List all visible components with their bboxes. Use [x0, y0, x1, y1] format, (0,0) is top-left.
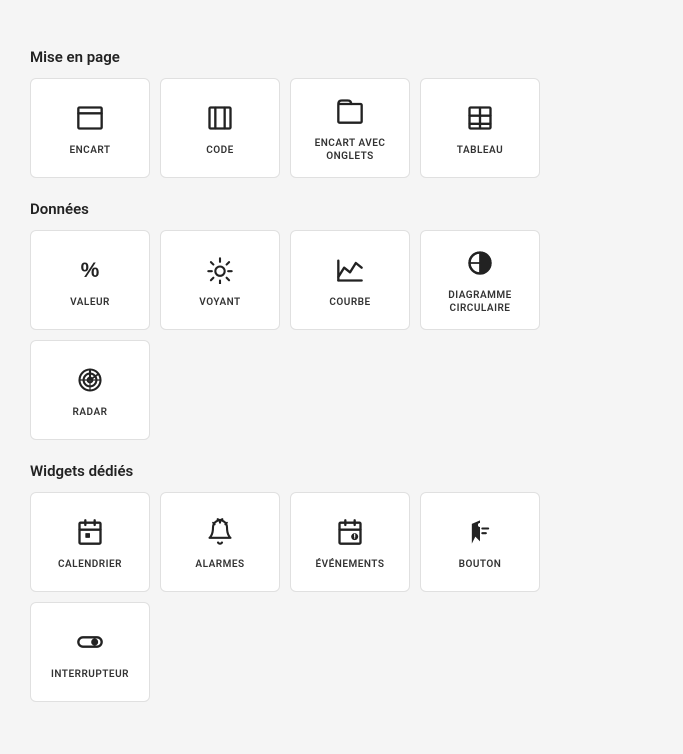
- widget-card-radar[interactable]: RADAR: [30, 340, 150, 440]
- widget-card-diagramme[interactable]: DIAGRAMME CIRCULAIRE: [420, 230, 540, 330]
- code-icon: [202, 100, 238, 136]
- widget-label-courbe: COURBE: [329, 296, 370, 309]
- widget-label-encart-onglets: ENCART AVEC ONGLETS: [315, 137, 386, 163]
- widget-label-interrupteur: INTERRUPTEUR: [51, 668, 129, 681]
- widget-card-voyant[interactable]: VOYANT: [160, 230, 280, 330]
- widget-label-alarmes: ALARMES: [195, 558, 244, 571]
- widget-label-code: CODE: [206, 144, 234, 157]
- widget-card-code[interactable]: CODE: [160, 78, 280, 178]
- section-donnees: Données % VALEUR VOYANT COURBE DIAGRAMME…: [30, 200, 653, 440]
- widget-grid-donnees: % VALEUR VOYANT COURBE DIAGRAMME CIRCULA…: [30, 230, 653, 440]
- svg-text:%: %: [81, 259, 100, 282]
- widget-card-bouton[interactable]: BOUTON: [420, 492, 540, 592]
- voyant-icon: [202, 252, 238, 288]
- widget-card-evenements[interactable]: ÉVÉNEMENTS: [290, 492, 410, 592]
- widget-card-tableau[interactable]: TABLEAU: [420, 78, 540, 178]
- widget-card-encart-onglets[interactable]: ENCART AVEC ONGLETS: [290, 78, 410, 178]
- widget-label-valeur: VALEUR: [70, 296, 110, 309]
- widget-label-voyant: VOYANT: [199, 296, 240, 309]
- widget-label-calendrier: CALENDRIER: [58, 558, 122, 571]
- section-widgets-dedies: Widgets dédiés CALENDRIER ALARMES ÉVÉNEM…: [30, 462, 653, 702]
- widget-label-bouton: BOUTON: [459, 558, 502, 571]
- courbe-icon: [332, 252, 368, 288]
- widget-card-alarmes[interactable]: ALARMES: [160, 492, 280, 592]
- widget-label-radar: RADAR: [73, 406, 108, 419]
- widget-card-encart[interactable]: ENCART: [30, 78, 150, 178]
- widget-grid-mise-en-page: ENCART CODE ENCART AVEC ONGLETS TABLEAU: [30, 78, 653, 178]
- encart-icon: [72, 100, 108, 136]
- section-mise-en-page: Mise en page ENCART CODE ENCART AVEC ONG…: [30, 48, 653, 178]
- radar-icon: [72, 362, 108, 398]
- widget-label-tableau: TABLEAU: [457, 144, 503, 157]
- interrupteur-icon: [72, 624, 108, 660]
- section-heading-mise-en-page: Mise en page: [30, 48, 653, 66]
- widget-card-courbe[interactable]: COURBE: [290, 230, 410, 330]
- valeur-icon: %: [72, 252, 108, 288]
- widget-label-encart: ENCART: [69, 144, 110, 157]
- tableau-icon: [462, 100, 498, 136]
- widget-card-valeur[interactable]: % VALEUR: [30, 230, 150, 330]
- diagramme-icon: [462, 245, 498, 281]
- widget-card-interrupteur[interactable]: INTERRUPTEUR: [30, 602, 150, 702]
- section-heading-widgets-dedies: Widgets dédiés: [30, 462, 653, 480]
- section-heading-donnees: Données: [30, 200, 653, 218]
- widget-label-evenements: ÉVÉNEMENTS: [316, 558, 385, 571]
- encart-onglets-icon: [332, 93, 368, 129]
- widget-card-calendrier[interactable]: CALENDRIER: [30, 492, 150, 592]
- widget-label-diagramme: DIAGRAMME CIRCULAIRE: [448, 289, 512, 315]
- widget-grid-widgets-dedies: CALENDRIER ALARMES ÉVÉNEMENTS BOUTON INT…: [30, 492, 653, 702]
